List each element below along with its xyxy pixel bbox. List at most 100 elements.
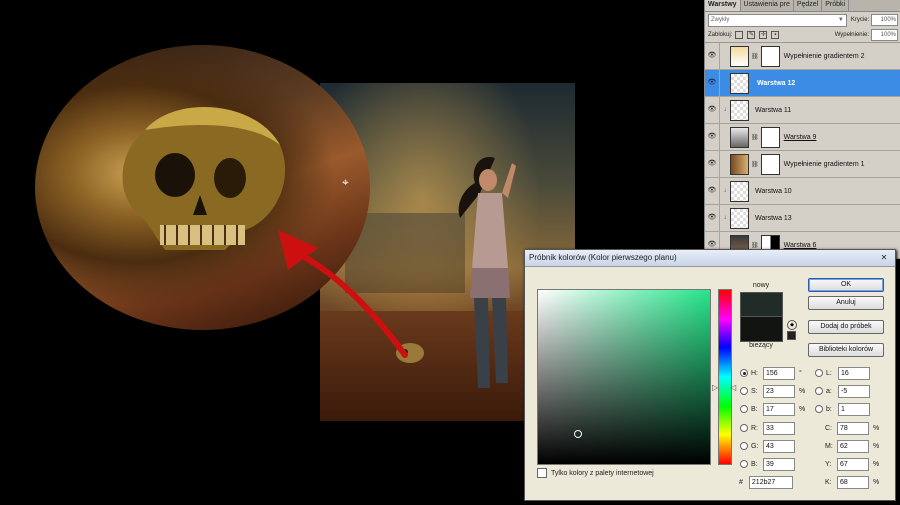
tab-swatches[interactable]: Próbki bbox=[822, 0, 850, 11]
add-to-swatches-button[interactable]: Dodaj do próbek bbox=[808, 320, 884, 334]
tab-brush[interactable]: Pędzel bbox=[794, 0, 823, 11]
current-color-label: bieżący bbox=[749, 342, 773, 349]
layer-mask-thumbnail[interactable] bbox=[760, 153, 780, 175]
layer-name: Warstwa 6 bbox=[783, 241, 817, 249]
lab-l-input[interactable]: 16 bbox=[838, 366, 870, 380]
web-color-cube-icon[interactable] bbox=[787, 331, 796, 340]
lock-transparency-icon[interactable] bbox=[735, 31, 744, 39]
link-icon[interactable]: ⛓ bbox=[751, 134, 759, 141]
visibility-eye-icon[interactable]: 👁 bbox=[705, 97, 720, 123]
visibility-eye-icon[interactable]: 👁 bbox=[705, 205, 720, 231]
yellow-row: Y: 67 % bbox=[825, 457, 879, 471]
small-skull bbox=[396, 343, 424, 363]
blue-label: B: bbox=[751, 460, 758, 468]
brightness-unit: % bbox=[799, 405, 806, 413]
lock-row: Zablokuj: ✎ ✛ ▪ Wypełnienie: 100% bbox=[705, 28, 900, 43]
layer-mask-thumbnail[interactable] bbox=[760, 126, 780, 148]
black-input[interactable]: 68 bbox=[837, 475, 869, 489]
link-icon[interactable]: ⛓ bbox=[751, 53, 759, 60]
layer-row[interactable]: 👁 ↓ Warstwa 13 bbox=[705, 205, 900, 232]
layer-row-selected[interactable]: 👁 Warstwa 12 bbox=[705, 70, 900, 97]
clip-arrow-icon: ↓ bbox=[723, 107, 727, 113]
link-icon[interactable]: ⛓ bbox=[751, 242, 759, 249]
saturation-radio[interactable] bbox=[740, 387, 748, 395]
cyan-input[interactable]: 78 bbox=[837, 421, 869, 435]
layer-thumbnail bbox=[730, 153, 749, 175]
color-field-cursor[interactable] bbox=[574, 430, 582, 438]
lab-a-radio[interactable] bbox=[815, 387, 823, 395]
lab-a-input[interactable]: -5 bbox=[838, 384, 870, 398]
web-colors-only-checkbox[interactable] bbox=[537, 468, 547, 478]
tab-layers[interactable]: Warstwy bbox=[705, 0, 741, 11]
skull-illustration bbox=[122, 107, 286, 250]
lab-l-radio[interactable] bbox=[815, 369, 823, 377]
blue-radio[interactable] bbox=[740, 460, 748, 468]
lock-label: Zablokuj: bbox=[708, 32, 733, 38]
hue-slider-handle-left[interactable]: ▷ bbox=[712, 383, 718, 392]
lab-b-input[interactable]: 1 bbox=[838, 402, 870, 416]
visibility-eye-icon[interactable]: 👁 bbox=[705, 124, 720, 150]
layer-thumbnail bbox=[730, 45, 749, 67]
dialog-title-bar[interactable]: Próbnik kolorów (Kolor pierwszego planu)… bbox=[525, 250, 895, 267]
hue-slider-handle-right[interactable]: ◁ bbox=[730, 383, 736, 392]
layer-row[interactable]: 👁 ⛓ Warstwa 9 bbox=[705, 124, 900, 151]
lock-position-icon[interactable]: ✛ bbox=[759, 31, 768, 39]
saturation-label: S: bbox=[751, 387, 758, 395]
lab-b-label: b: bbox=[826, 405, 832, 413]
new-color-swatch bbox=[740, 292, 783, 318]
lab-b-radio[interactable] bbox=[815, 405, 823, 413]
cyan-label: C: bbox=[825, 424, 832, 432]
red-input[interactable]: 33 bbox=[763, 421, 795, 435]
lab-b-row: b: 1 bbox=[815, 402, 870, 416]
lab-l-label: L: bbox=[826, 369, 832, 377]
hue-input[interactable]: 156 bbox=[763, 366, 795, 380]
layer-row[interactable]: 👁 ↓ Warstwa 10 bbox=[705, 178, 900, 205]
opacity-input[interactable]: 100% bbox=[871, 14, 898, 26]
cancel-button[interactable]: Anuluj bbox=[808, 296, 884, 310]
hue-radio[interactable] bbox=[740, 369, 748, 377]
yellow-label: Y: bbox=[825, 460, 832, 468]
brightness-input[interactable]: 17 bbox=[763, 402, 795, 416]
layer-thumbnail bbox=[730, 207, 749, 229]
cyan-unit: % bbox=[873, 424, 880, 432]
visibility-eye-icon[interactable]: 👁 bbox=[705, 43, 720, 69]
visibility-eye-icon[interactable]: 👁 bbox=[705, 178, 720, 204]
cyan-row: C: 78 % bbox=[825, 421, 880, 435]
web-safe-warning-icon[interactable]: ◆ bbox=[787, 320, 797, 330]
link-icon[interactable]: ⛓ bbox=[751, 161, 759, 168]
brightness-radio[interactable] bbox=[740, 405, 748, 413]
tab-presets[interactable]: Ustawienia pre bbox=[741, 0, 794, 11]
layer-row[interactable]: 👁 ⛓ Wypełnienie gradientem 2 bbox=[705, 43, 900, 70]
visibility-eye-icon[interactable]: 👁 bbox=[705, 70, 720, 96]
lock-all-icon[interactable]: ▪ bbox=[771, 31, 780, 39]
layer-row[interactable]: 👁 ⛓ Wypełnienie gradientem 1 bbox=[705, 151, 900, 178]
black-unit: % bbox=[873, 478, 880, 486]
layer-mask-thumbnail[interactable] bbox=[760, 45, 780, 67]
color-libraries-button[interactable]: Biblioteki kolorów bbox=[808, 343, 884, 357]
fill-input[interactable]: 100% bbox=[871, 29, 898, 41]
current-color-swatch[interactable] bbox=[740, 316, 783, 342]
hue-slider[interactable] bbox=[718, 289, 732, 465]
hex-label: # bbox=[739, 479, 743, 486]
blend-row: Zwykły ▼ Krycie: 100% bbox=[705, 12, 900, 28]
close-icon[interactable]: ✕ bbox=[879, 253, 889, 263]
blend-mode-value: Zwykły bbox=[711, 16, 730, 23]
ok-button[interactable]: OK bbox=[808, 278, 884, 292]
green-input[interactable]: 43 bbox=[763, 439, 795, 453]
saturation-brightness-field[interactable] bbox=[537, 289, 711, 465]
saturation-input[interactable]: 23 bbox=[763, 384, 795, 398]
layer-row[interactable]: 👁 ↓ Warstwa 11 bbox=[705, 97, 900, 124]
yellow-input[interactable]: 67 bbox=[837, 457, 869, 471]
brightness-label: B: bbox=[751, 405, 758, 413]
red-radio[interactable] bbox=[740, 424, 748, 432]
blue-input[interactable]: 39 bbox=[763, 457, 795, 471]
hex-input[interactable]: 212b27 bbox=[748, 476, 793, 489]
lock-pixels-icon[interactable]: ✎ bbox=[747, 31, 756, 39]
magenta-input[interactable]: 62 bbox=[837, 439, 869, 453]
green-radio[interactable] bbox=[740, 442, 748, 450]
visibility-eye-icon[interactable]: 👁 bbox=[705, 151, 720, 177]
blue-row: B: 39 bbox=[740, 457, 795, 471]
lab-a-row: a: -5 bbox=[815, 384, 870, 398]
layer-name: Warstwa 13 bbox=[755, 214, 792, 222]
blend-mode-select[interactable]: Zwykły ▼ bbox=[708, 13, 847, 27]
